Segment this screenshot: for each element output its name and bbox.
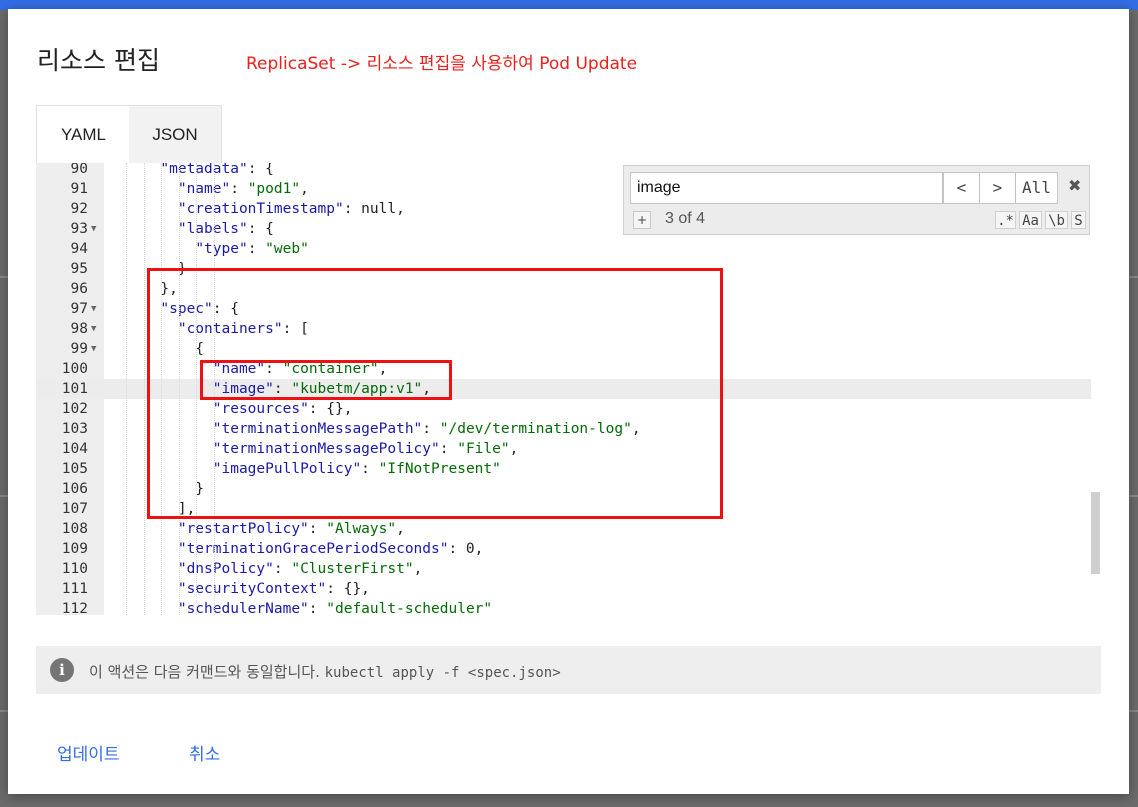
indent-guide (143, 163, 146, 615)
line-number: 106 (61, 481, 88, 497)
line-number: 109 (61, 541, 88, 557)
line-number: 99 (70, 341, 88, 357)
code-line: 108 "restartPolicy": "Always", (36, 519, 1091, 539)
search-next-button[interactable]: > (979, 172, 1016, 204)
line-number: 90 (70, 163, 88, 177)
tab-yaml[interactable]: YAML (36, 105, 131, 164)
code-text: "dnsPolicy": "ClusterFirst", (177, 561, 423, 577)
line-number: 101 (61, 381, 88, 397)
line-number: 104 (61, 441, 88, 457)
line-number: 92 (70, 201, 88, 217)
line-number: 107 (61, 501, 88, 517)
line-number: 93 (70, 221, 88, 237)
line-number: 105 (61, 461, 88, 477)
editor-scrollbar[interactable] (1091, 492, 1100, 574)
info-command: kubectl apply -f <spec.json> (324, 665, 561, 681)
code-text: "schedulerName": "default-scheduler" (177, 601, 493, 615)
search-prev-button[interactable]: < (943, 172, 980, 204)
code-line: 112 "schedulerName": "default-scheduler" (36, 599, 1091, 615)
line-number: 111 (61, 581, 88, 597)
line-number: 96 (70, 281, 88, 297)
info-message: 이 액션은 다음 커맨드와 동일합니다. (89, 663, 320, 681)
annotation-text: ReplicaSet -> 리소스 편집을 사용하여 Pod Update (246, 54, 638, 74)
code-line: 109 "terminationGracePeriodSeconds": 0, (36, 539, 1091, 559)
image-highlight-box (200, 360, 452, 400)
search-match-count: 3 of 4 (665, 210, 706, 227)
line-number: 112 (61, 601, 88, 615)
search-all-button[interactable]: All (1015, 172, 1058, 204)
code-text: "metadata": { (160, 163, 274, 177)
info-text: 이 액션은 다음 커맨드와 동일합니다. kubectl apply -f <s… (89, 661, 561, 682)
line-number: 102 (61, 401, 88, 417)
code-text: "labels": { (177, 221, 274, 237)
info-icon: i (50, 658, 74, 682)
code-text: "terminationGracePeriodSeconds": 0, (177, 541, 484, 557)
chevron-left-icon: < (956, 178, 967, 197)
case-sensitive-toggle[interactable]: Aa (1019, 211, 1042, 229)
dialog-title: 리소스 편집 (37, 46, 160, 75)
fold-toggle-icon[interactable]: ▼ (91, 299, 96, 319)
line-number: 91 (70, 181, 88, 197)
code-text: "creationTimestamp": null, (177, 201, 405, 217)
regex-toggle[interactable]: .* (995, 211, 1016, 229)
update-button[interactable]: 업데이트 (57, 740, 120, 765)
line-number: 95 (70, 261, 88, 277)
line-number: 98 (70, 321, 88, 337)
search-input[interactable] (630, 172, 943, 204)
fold-toggle-icon[interactable]: ▼ (91, 339, 96, 359)
code-line: 94 "type": "web" (36, 239, 1091, 259)
info-banner: i 이 액션은 다음 커맨드와 동일합니다. kubectl apply -f … (36, 646, 1101, 694)
whole-word-toggle[interactable]: \b (1045, 211, 1068, 229)
chevron-right-icon: > (992, 178, 1003, 197)
code-text: "securityContext": {}, (177, 581, 370, 597)
search-in-selection-toggle[interactable]: S (1071, 211, 1086, 229)
line-number: 110 (61, 561, 88, 577)
cancel-button[interactable]: 취소 (189, 740, 220, 765)
replace-toggle-button[interactable]: + (633, 211, 651, 229)
tab-json[interactable]: JSON (129, 105, 222, 164)
line-number: 103 (61, 421, 88, 437)
code-line: 110 "dnsPolicy": "ClusterFirst", (36, 559, 1091, 579)
fold-toggle-icon[interactable]: ▼ (91, 319, 96, 339)
line-number: 94 (70, 241, 88, 257)
fold-toggle-icon[interactable]: ▼ (91, 219, 96, 239)
code-text: "restartPolicy": "Always", (177, 521, 405, 537)
code-text: "name": "pod1", (177, 181, 309, 197)
close-icon[interactable]: ✖ (1068, 176, 1081, 195)
line-number: 97 (70, 301, 88, 317)
indent-guide (126, 163, 128, 615)
line-number: 100 (61, 361, 88, 377)
code-text: "type": "web" (195, 241, 309, 257)
search-panel: < > All ✖ + 3 of 4 .* Aa \b S (623, 165, 1090, 235)
line-number: 108 (61, 521, 88, 537)
code-line: 111 "securityContext": {}, (36, 579, 1091, 599)
